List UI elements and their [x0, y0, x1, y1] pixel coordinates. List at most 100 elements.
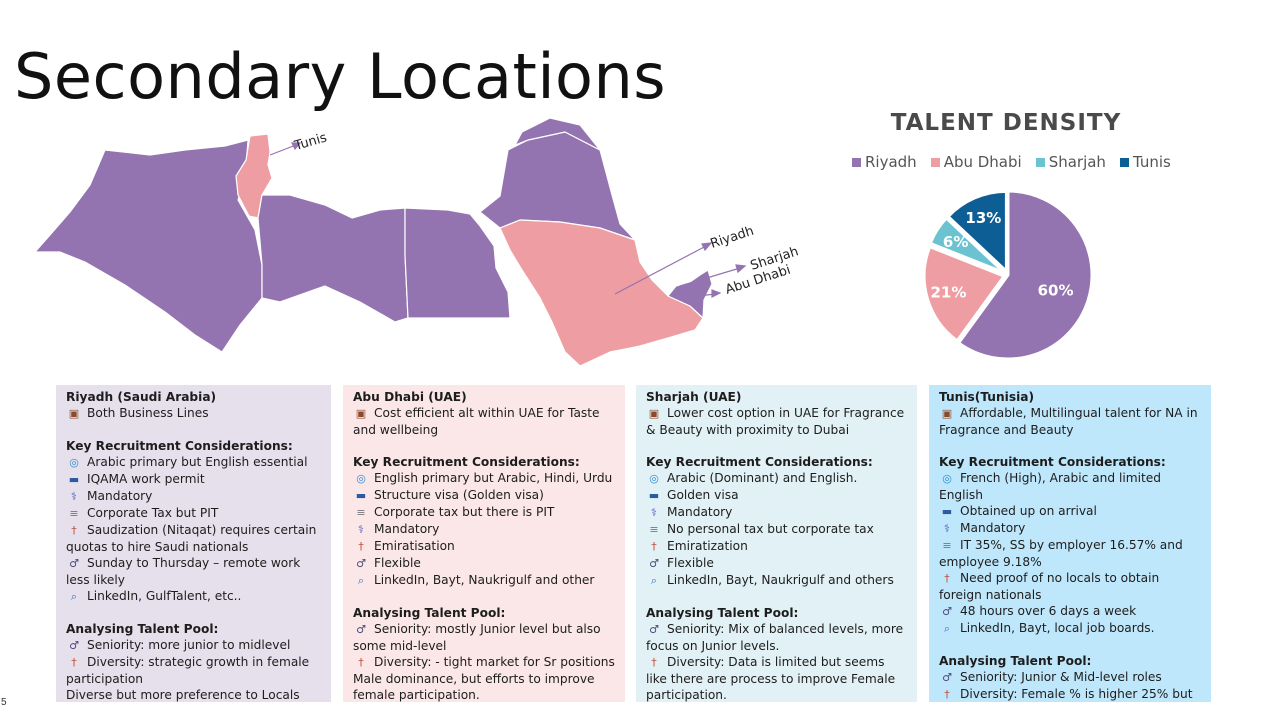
card-heading: Key Recruitment Considerations:	[646, 454, 909, 470]
legend-label: Sharjah	[1048, 153, 1106, 171]
pie-label-1: 21%	[931, 283, 967, 301]
card-line: Diverse but more preference to Locals	[66, 687, 323, 702]
page-number: 5	[1, 697, 7, 708]
card-text: IQAMA work permit	[87, 472, 205, 486]
map-region-libya	[257, 194, 409, 323]
location-card-0: Riyadh (Saudi Arabia) ▣ Both Business Line…	[56, 385, 331, 702]
card-text: Mandatory	[667, 505, 733, 519]
card-text: Seniority: Mix of balanced levels, more …	[646, 622, 904, 653]
stethoscope-icon: ⚕	[71, 490, 77, 503]
card-text: Seniority: mostly Junior level but also …	[353, 622, 601, 653]
legend-item-2: Sharjah	[1035, 153, 1106, 171]
chart-legend: Riyadh Abu Dhabi Sharjah Tunis	[852, 153, 1171, 171]
card-line: ⚕ Mandatory	[66, 488, 323, 505]
people-icon: †	[358, 540, 364, 553]
card-text: Lower cost option in UAE for Fragrance &…	[646, 406, 905, 437]
card-text: Emiratisation	[374, 539, 455, 553]
card-text: Key Recruitment Considerations:	[353, 455, 580, 469]
card-line: ⌕ LinkedIn, GulfTalent, etc..	[66, 588, 323, 605]
card-text: Saudization (Nitaqat) requires certain q…	[66, 523, 317, 554]
card-line: † Diversity: Data is limited but seems li…	[646, 654, 909, 702]
person-icon: ♂	[649, 557, 659, 570]
card-line: ♂ Sunday to Thursday – remote work less l…	[66, 555, 323, 588]
card-text: Mandatory	[960, 521, 1026, 535]
pie-label-2: 6%	[943, 233, 968, 251]
card-text: Both Business Lines	[87, 406, 209, 420]
card-line: ▬ Golden visa	[646, 487, 909, 504]
card-text: LinkedIn, Bayt, Naukrigulf and others	[667, 573, 894, 587]
person-icon: ♂	[69, 639, 79, 652]
card-line: ◎ Arabic (Dominant) and English.	[646, 470, 909, 487]
card-text: Flexible	[667, 556, 714, 570]
card-line: † Emiratisation	[353, 538, 617, 555]
card-line: ♂ Seniority: Junior & Mid-level roles	[939, 669, 1203, 686]
card-line: † Diversity: - tight market for Sr positi…	[353, 654, 617, 671]
people-icon: †	[651, 656, 657, 669]
card-text: Diverse but more preference to Locals	[66, 688, 300, 702]
people-icon: †	[944, 688, 950, 701]
chart-title: TALENT DENSITY	[890, 110, 1122, 136]
card-line: ♂ 48 hours over 6 days a week	[939, 603, 1203, 620]
search-icon: ⌕	[943, 622, 951, 635]
card-text: French (High), Arabic and limited Englis…	[939, 471, 1162, 502]
card-line: ▬ IQAMA work permit	[66, 471, 323, 488]
person-icon: ♂	[649, 623, 659, 636]
card-line: ⌕ LinkedIn, Bayt, Naukrigulf and others	[646, 572, 909, 589]
people-icon: †	[944, 572, 950, 585]
card-text: LinkedIn, GulfTalent, etc..	[87, 589, 242, 603]
location-card-1: Abu Dhabi (UAE) ▣ Cost efficient alt withi…	[343, 385, 625, 702]
legend-label: Riyadh	[865, 153, 917, 171]
card-line: ≡ Corporate tax but there is PIT	[353, 504, 617, 521]
card-text: Structure visa (Golden visa)	[374, 488, 544, 502]
arrow-tunis	[269, 144, 297, 156]
card-text: IT 35%, SS by employer 16.57% and employ…	[939, 538, 1183, 569]
card-text: Tunis(Tunisia)	[939, 390, 1035, 404]
card-text: Golden visa	[667, 488, 739, 502]
card-text: English primary but Arabic, Hindi, Urdu	[374, 471, 613, 485]
map-label-riyadh: Riyadh	[709, 224, 756, 252]
card-line: ◎ English primary but Arabic, Hindi, Urdu	[353, 470, 617, 487]
card-heading: Analysing Talent Pool:	[66, 621, 323, 637]
briefcase-icon: ▣	[648, 407, 660, 420]
card-text: Flexible	[374, 556, 421, 570]
map-label-tunis: Tunis	[292, 130, 329, 154]
card-line: † Diversity: Female % is higher 25% but w…	[939, 686, 1203, 702]
search-icon: ⌕	[357, 574, 365, 587]
card-line: ▣ Affordable, Multilingual talent for NA …	[939, 405, 1203, 438]
card-line: ▣ Cost efficient alt within UAE for Taste…	[353, 405, 617, 438]
legend-item-3: Tunis	[1119, 153, 1171, 171]
card-heading: Analysing Talent Pool:	[646, 605, 909, 621]
card-text: Key Recruitment Considerations:	[66, 439, 293, 453]
card-line: † Need proof of no locals to obtain forei…	[939, 570, 1203, 603]
card-text: Mandatory	[87, 489, 153, 503]
card-line: ▣ Both Business Lines	[66, 405, 323, 422]
map-region-algeria	[34, 139, 263, 353]
card-text: Seniority: more junior to midlevel	[87, 638, 291, 652]
arrow-abu-dhabi-head	[711, 289, 722, 298]
card-text: Corporate tax but there is PIT	[374, 505, 555, 519]
people-icon: †	[71, 656, 77, 669]
card-line: † Saudization (Nitaqat) requires certain …	[66, 522, 323, 555]
card-heading: Sharjah (UAE)	[646, 389, 909, 405]
card-line: ◎ Arabic primary but English essential	[66, 454, 323, 471]
card-text: Sunday to Thursday – remote work less li…	[66, 556, 301, 587]
card-text: Corporate Tax but PIT	[87, 506, 219, 520]
card-line: Male dominance, but efforts to improve f…	[353, 671, 617, 702]
legend-swatch	[1119, 157, 1129, 167]
card-line: ⚕ Mandatory	[353, 521, 617, 538]
briefcase-icon: ▣	[941, 407, 953, 420]
card-line: † Emiratization	[646, 538, 909, 555]
globe-icon: ◎	[69, 456, 79, 469]
search-icon: ⌕	[70, 590, 78, 603]
briefcase-icon: ▣	[355, 407, 367, 420]
card-text: Sharjah (UAE)	[646, 390, 742, 404]
legend-swatch	[852, 157, 861, 167]
id-card-icon: ▬	[941, 505, 953, 518]
